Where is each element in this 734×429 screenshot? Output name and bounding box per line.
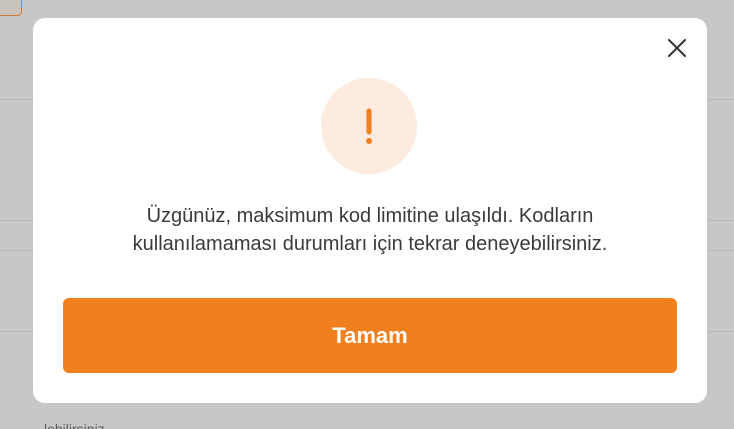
confirm-button[interactable]: Tamam [63,298,677,373]
alert-dialog: Üzgünüz, maksimum kod limitine ulaşıldı.… [33,18,707,403]
background-partial-text: …lebilirsiniz… [30,421,119,429]
dialog-message: Üzgünüz, maksimum kod limitine ulaşıldı.… [132,205,608,255]
background-button [0,0,22,16]
close-icon [668,39,686,57]
exclamation-icon [366,108,372,144]
warning-badge [321,78,417,174]
close-button[interactable] [665,36,689,60]
